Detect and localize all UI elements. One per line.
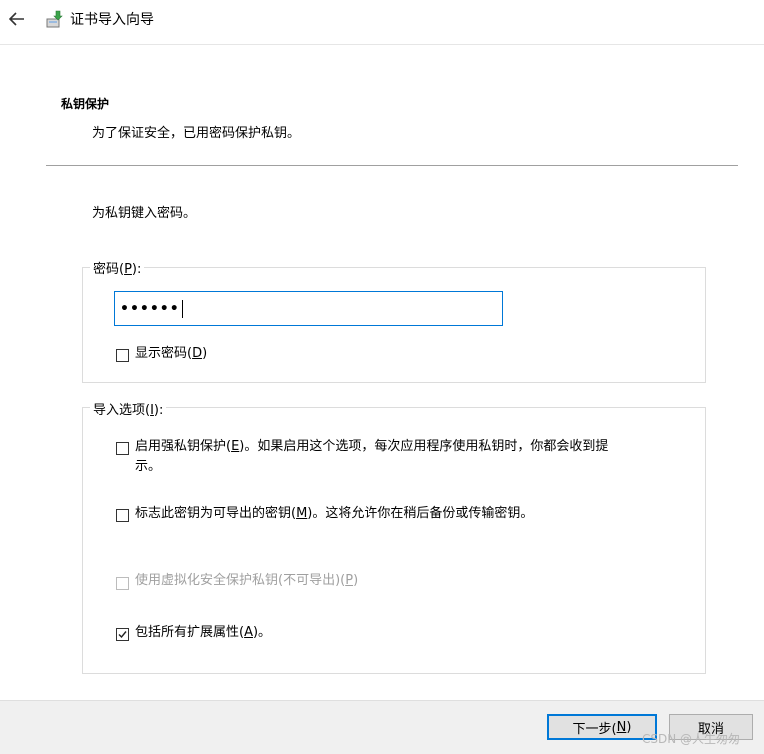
title-bar: 证书导入向导 [0, 0, 764, 40]
password-mask: •••••• [120, 300, 180, 317]
password-input[interactable]: •••••• [114, 291, 503, 326]
show-password-label[interactable]: 显示密码(D) [135, 344, 207, 364]
certificate-wizard-icon [46, 10, 63, 28]
strong-protection-label[interactable]: 启用强私钥保护(E)。如果启用这个选项，每次应用程序使用私钥时，你都会收到提 示… [135, 437, 695, 477]
strong-protection-checkbox[interactable] [116, 442, 129, 455]
virtualization-security-checkbox [116, 577, 129, 590]
virtualization-security-label: 使用虚拟化安全保护私钥(不可导出)(P) [135, 573, 359, 588]
next-button[interactable]: 下一步(N) [547, 714, 657, 740]
page-description: 为了保证安全，已用密码保护私钥。 [92, 126, 301, 141]
window-title: 证书导入向导 [70, 12, 154, 28]
extended-properties-label[interactable]: 包括所有扩展属性(A)。 [135, 623, 271, 643]
header-divider [46, 165, 738, 166]
exportable-key-checkbox[interactable] [116, 509, 129, 522]
back-button[interactable] [4, 6, 30, 32]
checkmark-icon [118, 631, 127, 639]
import-options-group-label: 导入选项(I): [90, 399, 167, 418]
arrow-left-icon [9, 12, 24, 26]
page-heading: 私钥保护 [61, 97, 110, 111]
extended-properties-checkbox[interactable] [116, 628, 129, 641]
watermark: CSDN @人生匆匆 [642, 732, 741, 746]
exportable-key-label[interactable]: 标志此密钥为可导出的密钥(M)。这将允许你在稍后备份或传输密钥。 [135, 504, 533, 524]
password-group-label: 密码(P): [90, 258, 145, 277]
show-password-checkbox[interactable] [116, 349, 129, 362]
title-separator [0, 44, 764, 45]
password-prompt: 为私钥键入密码。 [92, 206, 197, 221]
text-caret [181, 299, 183, 318]
